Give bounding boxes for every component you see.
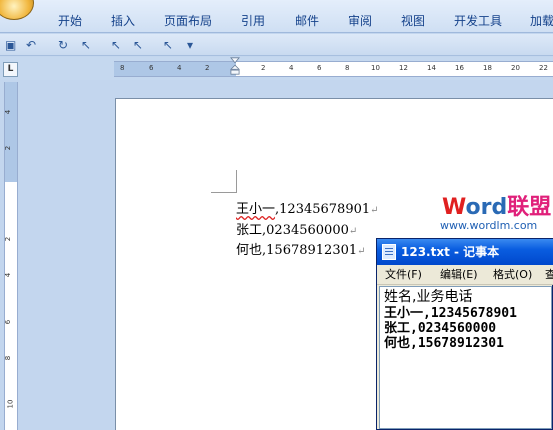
tab-mailings[interactable]: 邮件 xyxy=(295,12,319,29)
paragraph-mark-icon: ↵ xyxy=(357,246,366,257)
menu-view[interactable]: 查 xyxy=(545,265,553,285)
document-line[interactable]: 王小一,12345678901↵ xyxy=(236,198,379,217)
ruler-tick: 2 xyxy=(261,64,266,72)
tab-insert[interactable]: 插入 xyxy=(111,12,135,29)
ruler-tick: 10 xyxy=(371,64,380,72)
paragraph-mark-icon: ↵ xyxy=(348,226,358,237)
ruler-tick: 6 xyxy=(317,64,322,72)
notepad-text-area[interactable]: 姓名,业务电话 王小一,12345678901 张工,0234560000 何也… xyxy=(379,286,552,429)
ribbon-tab-bar: 开始 插入 页面布局 引用 邮件 审阅 视图 开发工具 加载 xyxy=(0,0,553,33)
text-line: 何也,15678912301 xyxy=(384,336,504,351)
tab-page-layout[interactable]: 页面布局 xyxy=(164,12,212,29)
tab-add-ins[interactable]: 加载 xyxy=(530,12,553,29)
ruler-tick: 2 xyxy=(4,145,13,151)
pointer-icon[interactable]: ↖ xyxy=(133,38,143,52)
tab-view[interactable]: 视图 xyxy=(401,12,425,29)
ruler-tick: 6 xyxy=(149,64,154,72)
margin-crop-mark xyxy=(236,170,237,193)
customize-qat-icon[interactable]: ▾ xyxy=(187,38,193,52)
ruler-left-margin xyxy=(114,62,236,76)
redo-icon[interactable]: ↻ xyxy=(58,38,68,52)
ruler-top-margin xyxy=(5,82,17,182)
wordlm-url: www.wordlm.com xyxy=(440,219,538,232)
document-line[interactable]: 何也,15678912301↵ xyxy=(236,239,366,258)
ruler-tick: 16 xyxy=(455,64,464,72)
ruler-tick: 4 xyxy=(4,272,13,278)
ruler-tick: 2 xyxy=(205,64,210,72)
menu-file[interactable]: 文件(F) xyxy=(385,265,422,285)
notepad-title: 123.txt - 记事本 xyxy=(401,245,500,259)
paragraph-mark-icon: ↵ xyxy=(370,205,379,216)
ruler-tick: 8 xyxy=(345,64,350,72)
notepad-app-icon xyxy=(382,244,396,260)
quick-access-toolbar: ▣ ↶ ↻ ↖ ↖ ↖ ↖ ▾ xyxy=(0,34,553,56)
text-line: 姓名,业务电话 xyxy=(384,289,473,305)
ruler-tick: 18 xyxy=(483,64,492,72)
menu-format[interactable]: 格式(O) xyxy=(493,265,532,285)
ruler-row: L 8 6 4 2 2 4 6 8 10 12 14 16 18 20 22 xyxy=(0,57,553,80)
ruler-tick: 10 xyxy=(6,399,15,409)
notepad-menu-bar: 文件(F) 编辑(E) 格式(O) 查 xyxy=(377,265,553,285)
tab-references[interactable]: 引用 xyxy=(241,12,265,29)
tab-developer[interactable]: 开发工具 xyxy=(454,12,502,29)
ruler-tick: 4 xyxy=(4,109,13,115)
notepad-title-bar[interactable]: 123.txt - 记事本 xyxy=(377,239,553,265)
text-line: 王小一,12345678901 xyxy=(384,306,517,321)
office-button[interactable] xyxy=(0,0,34,20)
menu-edit[interactable]: 编辑(E) xyxy=(440,265,478,285)
pointer-icon[interactable]: ↖ xyxy=(163,38,173,52)
ruler-tick: 22 xyxy=(539,64,548,72)
notepad-window[interactable]: 123.txt - 记事本 文件(F) 编辑(E) 格式(O) 查 姓名,业务电… xyxy=(376,238,553,430)
ruler-tick: 4 xyxy=(289,64,294,72)
ruler-tick: 8 xyxy=(4,355,13,361)
horizontal-ruler[interactable]: 8 6 4 2 2 4 6 8 10 12 14 16 18 20 22 xyxy=(114,61,553,77)
document-line[interactable]: 张工,0234560000↵ xyxy=(236,219,357,238)
wordlm-logo: Word联盟 xyxy=(442,195,552,220)
ruler-tick: 14 xyxy=(427,64,436,72)
ruler-tick: 4 xyxy=(177,64,182,72)
pointer-icon[interactable]: ↖ xyxy=(81,38,91,52)
undo-icon[interactable]: ↶ xyxy=(26,38,36,52)
text-line: 张工,0234560000 xyxy=(384,321,497,336)
tab-selector-button[interactable]: L xyxy=(3,62,18,77)
save-icon[interactable]: ▣ xyxy=(5,38,16,52)
tab-home[interactable]: 开始 xyxy=(58,12,82,29)
ruler-tick: 6 xyxy=(4,319,13,325)
word-window: 开始 插入 页面布局 引用 邮件 审阅 视图 开发工具 加载 ▣ ↶ ↻ ↖ ↖… xyxy=(0,0,553,430)
ruler-tick: 8 xyxy=(120,64,125,72)
pointer-icon[interactable]: ↖ xyxy=(111,38,121,52)
margin-crop-mark xyxy=(211,192,237,193)
vertical-ruler[interactable]: 4 2 2 4 6 8 10 xyxy=(4,82,18,430)
ruler-tick: 20 xyxy=(511,64,520,72)
tab-review[interactable]: 审阅 xyxy=(348,12,372,29)
ruler-tick: 12 xyxy=(399,64,408,72)
ruler-tick: 2 xyxy=(4,236,13,242)
indent-marker-icon[interactable] xyxy=(230,57,240,75)
